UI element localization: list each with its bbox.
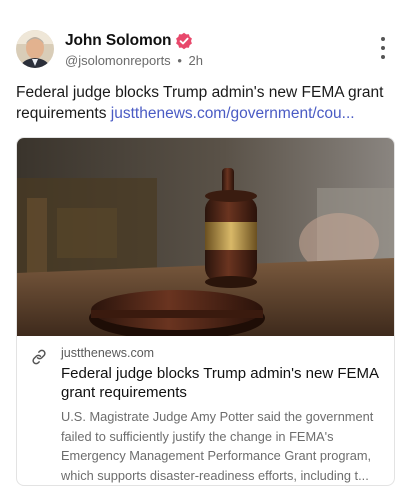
author-meta: John Solomon @jsolomonreports • 2h (65, 31, 203, 68)
card-description-line: Emergency Management Performance Grant p… (61, 448, 372, 463)
verified-badge-icon (175, 32, 193, 50)
post-link[interactable]: justthenews.com/government/cou... (111, 105, 355, 122)
post-subline: @jsolomonreports • 2h (65, 53, 203, 68)
card-image[interactable] (17, 138, 394, 336)
author-handle[interactable]: @jsolomonreports (65, 53, 171, 68)
card-description-line: U.S. Magistrate Judge Amy Potter said th… (61, 409, 374, 424)
card-body: justthenews.com Federal judge blocks Tru… (17, 336, 394, 485)
post-time[interactable]: 2h (189, 53, 203, 68)
link-icon (32, 349, 46, 365)
post-header: John Solomon @jsolomonreports • 2h (16, 27, 395, 71)
author-name[interactable]: John Solomon (65, 32, 172, 50)
post-body: Federal judge blocks Trump admin's new F… (16, 82, 396, 124)
link-preview-card[interactable]: justthenews.com Federal judge blocks Tru… (16, 137, 395, 486)
card-title[interactable]: Federal judge blocks Trump admin's new F… (61, 364, 380, 402)
avatar[interactable] (16, 30, 54, 68)
card-description-line: failed to sufficiently justify the chang… (61, 428, 334, 444)
separator-dot: • (177, 52, 182, 68)
card-description: U.S. Magistrate Judge Amy Potter said th… (61, 407, 380, 485)
card-domain: justthenews.com (61, 346, 155, 360)
more-vertical-icon[interactable] (377, 37, 389, 59)
card-description-line: which supports disaster-readiness effort… (61, 467, 369, 483)
